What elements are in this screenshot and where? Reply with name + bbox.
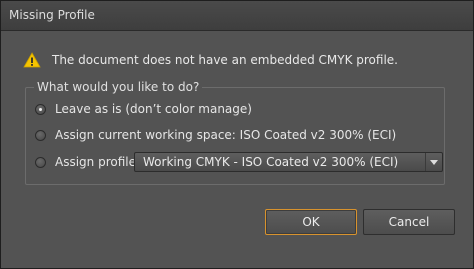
- radio-assign-working-space[interactable]: [35, 129, 46, 141]
- missing-profile-dialog: Missing Profile The document does not ha…: [0, 0, 474, 269]
- chevron-down-icon[interactable]: [425, 153, 442, 171]
- option-label: Assign current working space: ISO Coated…: [55, 128, 397, 142]
- message-row: The document does not have an embedded C…: [23, 51, 398, 69]
- profile-select[interactable]: Working CMYK - ISO Coated v2 300% (ECI): [134, 152, 443, 172]
- title-bar[interactable]: Missing Profile: [1, 1, 473, 31]
- option-label: Assign profile:: [55, 155, 141, 169]
- cancel-button[interactable]: Cancel: [363, 209, 455, 235]
- option-leave-as-is[interactable]: Leave as is (don’t color manage): [35, 102, 252, 116]
- profile-select-value: Working CMYK - ISO Coated v2 300% (ECI): [143, 155, 399, 169]
- dialog-title: Missing Profile: [9, 8, 95, 22]
- warning-icon: [23, 52, 41, 68]
- option-assign-working-space[interactable]: Assign current working space: ISO Coated…: [35, 128, 396, 142]
- message-text: The document does not have an embedded C…: [52, 53, 398, 67]
- option-assign-profile[interactable]: Assign profile:: [35, 155, 140, 169]
- option-label: Leave as is (don’t color manage): [55, 102, 252, 116]
- ok-button[interactable]: OK: [265, 209, 357, 235]
- options-group-legend: What would you like to do?: [34, 80, 203, 94]
- radio-leave-as-is[interactable]: [35, 103, 46, 115]
- radio-assign-profile[interactable]: [35, 156, 46, 168]
